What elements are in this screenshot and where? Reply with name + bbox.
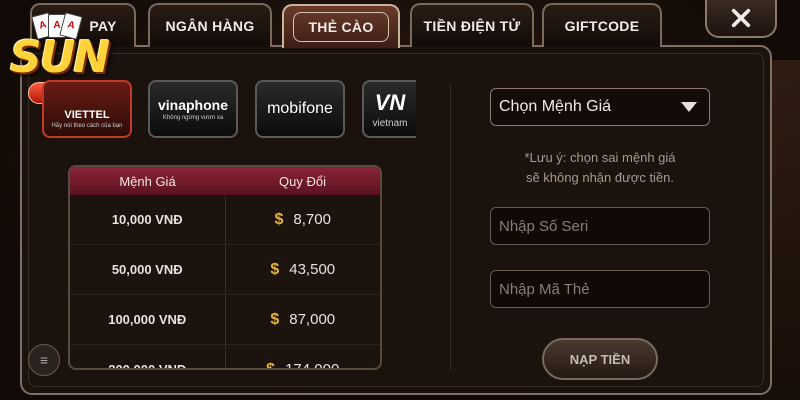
tab-label: TIỀN ĐIỆN TỬ (423, 18, 521, 34)
coin-icon: $ (270, 310, 280, 328)
warning-note: *Lưu ý: chọn sai mệnh giá sẽ không nhận … (490, 148, 710, 188)
table-row: 50,000 VNĐ $43,500 (70, 245, 380, 295)
conversion-cell: $174,000 (226, 345, 381, 370)
tab-label: GIFTCODE (564, 18, 640, 34)
select-label: Chọn Mệnh Giá (499, 98, 612, 115)
carrier-slogan: Không ngừng vươn xa (162, 115, 224, 121)
carrier-viettel[interactable]: VIETTEL Hãy nói theo cách của bạn (42, 80, 132, 138)
denomination-cell: 10,000 VNĐ (70, 195, 226, 244)
conversion-value: 8,700 (293, 211, 331, 228)
column-divider (450, 85, 451, 370)
tab-scratch-card[interactable]: THẺ CÀO (282, 4, 400, 48)
tab-giftcode[interactable]: GIFTCODE (542, 3, 662, 47)
tab-crypto[interactable]: TIỀN ĐIỆN TỬ (410, 3, 534, 47)
conversion-cell: $87,000 (226, 295, 381, 344)
coin-icon: $ (274, 210, 284, 228)
carrier-slogan: vietnam (372, 117, 408, 129)
card-code-input[interactable] (490, 270, 710, 308)
tab-bank[interactable]: NGÂN HÀNG (148, 3, 272, 47)
history-icon[interactable]: ≡ (28, 344, 60, 376)
denomination-cell: 100,000 VNĐ (70, 295, 226, 344)
header-denomination: Mệnh Giá (119, 173, 176, 189)
tab-label: NGÂN HÀNG (165, 18, 255, 34)
conversion-cell: $43,500 (226, 245, 381, 294)
coin-icon: $ (266, 360, 276, 370)
denomination-table: Mệnh Giá Quy Đổi 10,000 VNĐ $8,700 50,00… (68, 165, 382, 370)
conversion-cell: $8,700 (226, 195, 381, 244)
conversion-value: 43,500 (289, 261, 336, 278)
carrier-slogan: Hãy nói theo cách của bạn (51, 123, 123, 129)
carrier-mobifone[interactable]: mobifone (255, 80, 345, 138)
carrier-name: VIETTEL (64, 109, 110, 121)
logo-brand-text: SUN (10, 32, 110, 83)
note-line: sẽ không nhận được tiền. (525, 170, 675, 185)
carrier-name: VN (374, 89, 406, 115)
carrier-name: vinaphone (157, 97, 228, 113)
conversion-value: 174,000 (285, 361, 340, 370)
table-row: 200,000 VNĐ $174,000 (70, 345, 381, 370)
close-icon (731, 8, 751, 28)
denomination-cell: 50,000 VNĐ (70, 245, 226, 294)
deposit-button[interactable]: NẠP TIỀN (542, 338, 658, 380)
note-line: *Lưu ý: chọn sai mệnh giá (524, 150, 676, 165)
deposit-screen: PAY NGÂN HÀNG THẺ CÀO TIỀN ĐIỆN TỬ GIFTC… (0, 0, 800, 400)
carrier-name: mobifone (267, 100, 333, 117)
denomination-cell: 200,000 VNĐ (70, 345, 226, 368)
header-conversion: Quy Đổi (279, 173, 326, 189)
serial-input[interactable] (490, 207, 710, 245)
table-row: 10,000 VNĐ $8,700 (70, 195, 380, 245)
table-row: 100,000 VNĐ $87,000 (70, 295, 380, 345)
conversion-value: 87,000 (289, 311, 336, 328)
chevron-down-icon (681, 102, 697, 112)
carrier-vietnamobile[interactable]: VN vietnam (362, 80, 416, 138)
denomination-select[interactable]: Chọn Mệnh Giá (490, 88, 710, 126)
coin-icon: $ (270, 260, 280, 278)
close-button[interactable] (705, 0, 777, 38)
carrier-vinaphone[interactable]: vinaphone Không ngừng vươn xa (148, 80, 238, 138)
table-header: Mệnh Giá Quy Đổi (70, 167, 380, 195)
tab-label: THẺ CÀO (293, 12, 389, 42)
